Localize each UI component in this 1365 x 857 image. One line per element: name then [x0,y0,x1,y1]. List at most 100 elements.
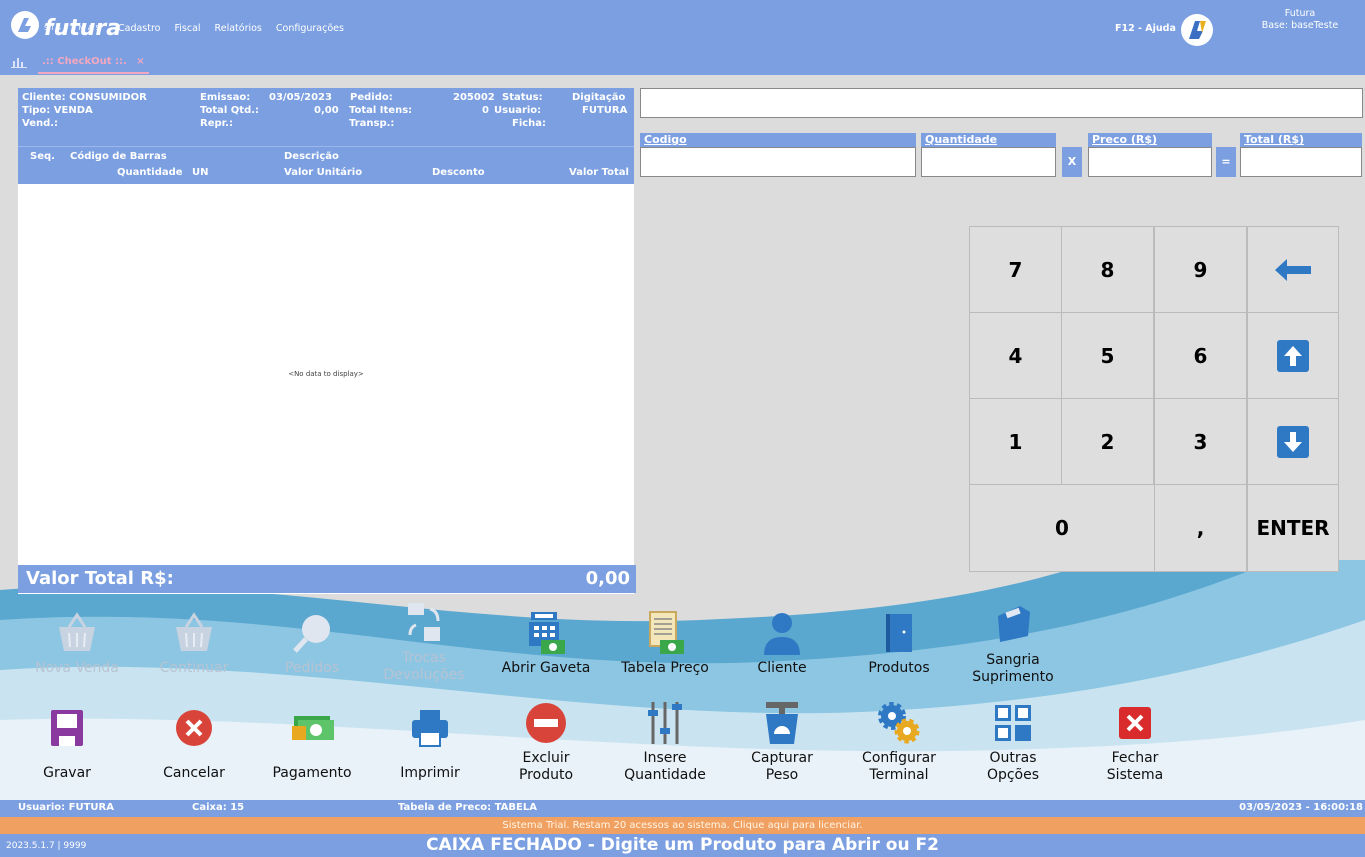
gravar-label: Gravar [43,765,91,781]
close-icon [1112,700,1158,746]
book-icon [876,610,922,656]
chart-icon[interactable] [11,56,27,71]
outras-opcoes-button[interactable]: Outras Opções [958,700,1068,784]
status-usuario: Usuario: FUTURA [18,802,114,813]
produtos-label: Produtos [868,660,930,676]
key-7[interactable]: 7 [969,226,1062,313]
transp-label: Transp.: [349,118,395,129]
sangria-suprimento-label: Sangria Suprimento [972,652,1054,685]
status-tabela: Tabela de Preco: TABELA [398,802,537,813]
key-5[interactable]: 5 [1061,312,1154,399]
basket-icon [54,610,100,656]
capturar-peso-button[interactable]: Capturar Peso [727,700,837,784]
pedido-label: Pedido: [350,92,393,103]
pagamento-button[interactable]: Pagamento [257,705,367,782]
configurar-terminal-button[interactable]: Configurar Terminal [844,700,954,784]
col-total-value[interactable]: Valor Total [569,167,629,178]
order-panel: Cliente: CONSUMIDOR Tipo: VENDA Vend.: E… [18,88,634,594]
tabela-preco-button[interactable]: Tabela Preço [610,610,720,677]
total-label: Valor Total R$: [26,568,174,589]
insere-quantidade-label: Insere Quantidade [624,750,706,783]
key-4[interactable]: 4 [969,312,1062,399]
key-1[interactable]: 1 [969,398,1062,485]
cancelar-label: Cancelar [163,765,225,781]
nova-venda-button[interactable]: Nova Venda [22,610,132,677]
total-value: 0,00 [585,568,630,589]
key-9[interactable]: 9 [1154,226,1247,313]
continuar-label: Continuar [159,660,229,676]
cliente-button[interactable]: Cliente [727,610,837,677]
key-8[interactable]: 8 [1061,226,1154,313]
col-unit-value[interactable]: Valor Unitário [284,167,362,178]
grid-empty-message: <No data to display> [288,370,364,378]
abrir-gaveta-button[interactable]: Abrir Gaveta [491,610,601,677]
key-6[interactable]: 6 [1154,312,1247,399]
scale-icon [759,700,805,746]
pagamento-label: Pagamento [272,765,352,781]
remove-icon [523,700,569,746]
totalqtd-label: Total Qtd.: [200,105,260,116]
vend-label: Vend.: [22,118,59,129]
configurar-terminal-label: Configurar Terminal [862,750,936,783]
status-datetime: 03/05/2023 - 16:00:18 [1239,802,1363,813]
quantidade-input[interactable] [921,147,1056,177]
up-key[interactable] [1247,312,1339,399]
preco-input[interactable] [1088,147,1212,177]
tab-close-icon[interactable]: × [136,56,144,67]
menu-cadastro[interactable]: Cadastro [118,23,161,34]
key-comma[interactable]: , [1154,484,1247,572]
continuar-button[interactable]: Continuar [139,610,249,677]
key-3[interactable]: 3 [1154,398,1247,485]
repr-label: Repr.: [200,118,233,129]
arrow-up-icon [1277,339,1309,372]
trocas-devolucoes-button[interactable]: Trocas Devoluções [369,600,479,684]
excluir-produto-button[interactable]: Excluir Produto [491,700,601,784]
emissao-value: 03/05/2023 [269,92,332,103]
futura-logo-icon [10,10,40,40]
money-icon [289,705,335,751]
footer-bar: 2023.5.1.7 | 9999 CAIXA FECHADO - Digite… [0,834,1365,857]
multiply-sign: X [1062,147,1082,177]
total-field-input[interactable] [1240,147,1362,177]
fechar-sistema-button[interactable]: Fechar Sistema [1080,700,1190,784]
col-barcode[interactable]: Código de Barras [70,151,167,162]
tab-checkout[interactable]: .:: CheckOut ::. × [38,56,149,74]
nova-venda-label: Nova Venda [35,660,119,676]
col-seq[interactable]: Seq. [30,151,55,162]
menu-configuracoes[interactable]: Configurações [276,23,344,34]
backspace-key[interactable] [1247,226,1339,313]
cash-register-icon [523,610,569,656]
gravar-button[interactable]: Gravar [12,705,122,782]
grid-icon [990,700,1036,746]
key-0[interactable]: 0 [969,484,1155,572]
col-quantity[interactable]: Quantidade [117,167,183,178]
status-bar: Usuario: FUTURA Caixa: 15 Tabela de Prec… [0,800,1365,817]
codigo-input[interactable] [640,147,916,177]
product-description-input[interactable] [640,88,1363,118]
down-key[interactable] [1247,398,1339,485]
sliders-icon [642,700,688,746]
help-link[interactable]: F12 - Ajuda [1115,23,1176,34]
col-description[interactable]: Descrição [284,151,339,162]
col-un[interactable]: UN [192,167,209,178]
key-2[interactable]: 2 [1061,398,1154,485]
cancelar-button[interactable]: Cancelar [139,705,249,782]
sangria-suprimento-button[interactable]: Sangria Suprimento [958,602,1068,686]
total-field-label: Total (R$) [1240,133,1362,147]
enter-key[interactable]: ENTER [1247,484,1339,572]
produtos-button[interactable]: Produtos [844,610,954,677]
menu-relatorios[interactable]: Relatórios [215,23,262,34]
imprimir-button[interactable]: Imprimir [375,705,485,782]
insere-quantidade-button[interactable]: Insere Quantidade [610,700,720,784]
col-discount[interactable]: Desconto [432,167,485,178]
abrir-gaveta-label: Abrir Gaveta [501,660,591,676]
trocas-devolucoes-label: Trocas Devoluções [383,650,465,683]
imprimir-label: Imprimir [400,765,460,781]
trial-banner[interactable]: Sistema Trial. Restam 20 acessos ao sist… [0,817,1365,834]
menu-fiscal[interactable]: Fiscal [175,23,201,34]
save-icon [44,705,90,751]
status-value: Digitação [572,92,626,103]
pedido-value: 205002 [453,92,495,103]
pedidos-button[interactable]: Pedidos [257,610,367,677]
excluir-produto-label: Excluir Produto [518,750,574,783]
